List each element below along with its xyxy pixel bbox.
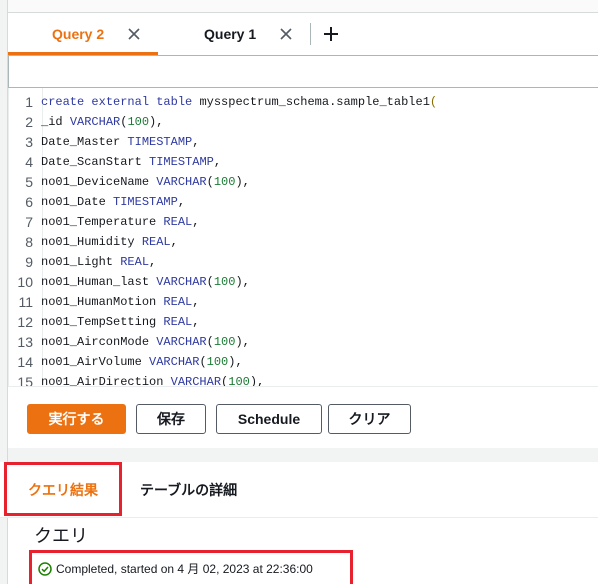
line-number: 12	[17, 314, 33, 330]
code-text: no01_AirVolume VARCHAR(100),	[41, 355, 243, 369]
tab-query-2-label: Query 2	[52, 26, 105, 42]
line-number: 14	[17, 354, 33, 370]
highlight-box	[4, 462, 122, 516]
code-text: no01_Temperature REAL,	[41, 215, 200, 229]
code-line: 2 _id VARCHAR(100),	[9, 112, 598, 132]
code-line: 3 Date_Master TIMESTAMP,	[9, 132, 598, 152]
action-bar: 実行する 保存 Schedule クリア	[8, 386, 598, 448]
code-text: no01_Date TIMESTAMP,	[41, 195, 186, 209]
line-number: 9	[25, 254, 33, 270]
code-text: create external table mysspectrum_schema…	[41, 95, 438, 109]
code-line: 6 no01_Date TIMESTAMP,	[9, 192, 598, 212]
plus-icon[interactable]	[321, 24, 341, 44]
tab-query-1[interactable]: Query 1	[158, 13, 308, 55]
tab-separator	[310, 23, 311, 45]
code-line: 4 Date_ScanStart TIMESTAMP,	[9, 152, 598, 172]
code-line: 12 no01_TempSetting REAL,	[9, 312, 598, 332]
section-divider	[8, 448, 598, 462]
close-icon[interactable]	[278, 26, 294, 42]
result-tab-bar: クエリ結果 テーブルの詳細	[0, 462, 598, 518]
status-text: Completed, started on 4 月 02, 2023 at 22…	[56, 562, 313, 576]
tab-query-1-label: Query 1	[204, 26, 257, 42]
sql-editor[interactable]: 1 create external table mysspectrum_schem…	[8, 88, 598, 386]
code-text: no01_Light REAL,	[41, 255, 157, 269]
line-number: 13	[17, 334, 33, 350]
line-number: 8	[25, 234, 33, 250]
code-text: no01_DeviceName VARCHAR(100),	[41, 175, 250, 189]
run-button[interactable]: 実行する	[27, 404, 126, 434]
line-number: 11	[18, 294, 33, 310]
code-text: Date_ScanStart TIMESTAMP,	[41, 155, 222, 169]
line-number: 15	[17, 374, 33, 386]
line-number: 4	[25, 154, 33, 170]
code-text: no01_TempSetting REAL,	[41, 315, 200, 329]
line-number: 5	[25, 174, 33, 190]
line-number: 6	[25, 194, 33, 210]
code-line: 9 no01_Light REAL,	[9, 252, 598, 272]
code-line: 15 no01_AirDirection VARCHAR(100),	[9, 372, 598, 386]
code-line: 5 no01_DeviceName VARCHAR(100),	[9, 172, 598, 192]
editor-toolbar	[8, 55, 598, 88]
top-band	[8, 0, 598, 13]
code-line: 8 no01_Humidity REAL,	[9, 232, 598, 252]
line-number: 10	[17, 274, 33, 290]
tab-table-details[interactable]: テーブルの詳細	[140, 462, 237, 518]
query-status: Completed, started on 4 月 02, 2023 at 22…	[38, 560, 313, 577]
line-number: 1	[25, 94, 33, 110]
code-text: Date_Master TIMESTAMP,	[41, 135, 200, 149]
editor-tab-bar: Query 2 Query 1	[8, 13, 598, 55]
code-text: _id VARCHAR(100),	[41, 115, 164, 129]
close-icon[interactable]	[126, 26, 142, 42]
code-text: no01_Human_last VARCHAR(100),	[41, 275, 250, 289]
query-editor-screen: Query 2 Query 1 1 create external table m…	[0, 0, 598, 584]
clear-button[interactable]: クリア	[328, 404, 411, 434]
save-button[interactable]: 保存	[136, 404, 206, 434]
result-heading: クエリ	[34, 526, 88, 546]
code-line: 14 no01_AirVolume VARCHAR(100),	[9, 352, 598, 372]
code-text: no01_HumanMotion REAL,	[41, 295, 200, 309]
tab-query-2[interactable]: Query 2	[8, 13, 158, 55]
line-number: 2	[25, 114, 33, 130]
line-number: 3	[25, 134, 33, 150]
code-text: no01_Humidity REAL,	[41, 235, 178, 249]
code-line: 13 no01_AirconMode VARCHAR(100),	[9, 332, 598, 352]
schedule-button[interactable]: Schedule	[216, 404, 322, 434]
code-line: 7 no01_Temperature REAL,	[9, 212, 598, 232]
code-line: 10 no01_Human_last VARCHAR(100),	[9, 272, 598, 292]
line-number: 7	[25, 214, 33, 230]
code-text: no01_AirDirection VARCHAR(100),	[41, 375, 265, 386]
code-text: no01_AirconMode VARCHAR(100),	[41, 335, 250, 349]
code-line: 1 create external table mysspectrum_schem…	[9, 92, 598, 112]
check-circle-icon	[38, 561, 52, 576]
code-line: 11 no01_HumanMotion REAL,	[9, 292, 598, 312]
